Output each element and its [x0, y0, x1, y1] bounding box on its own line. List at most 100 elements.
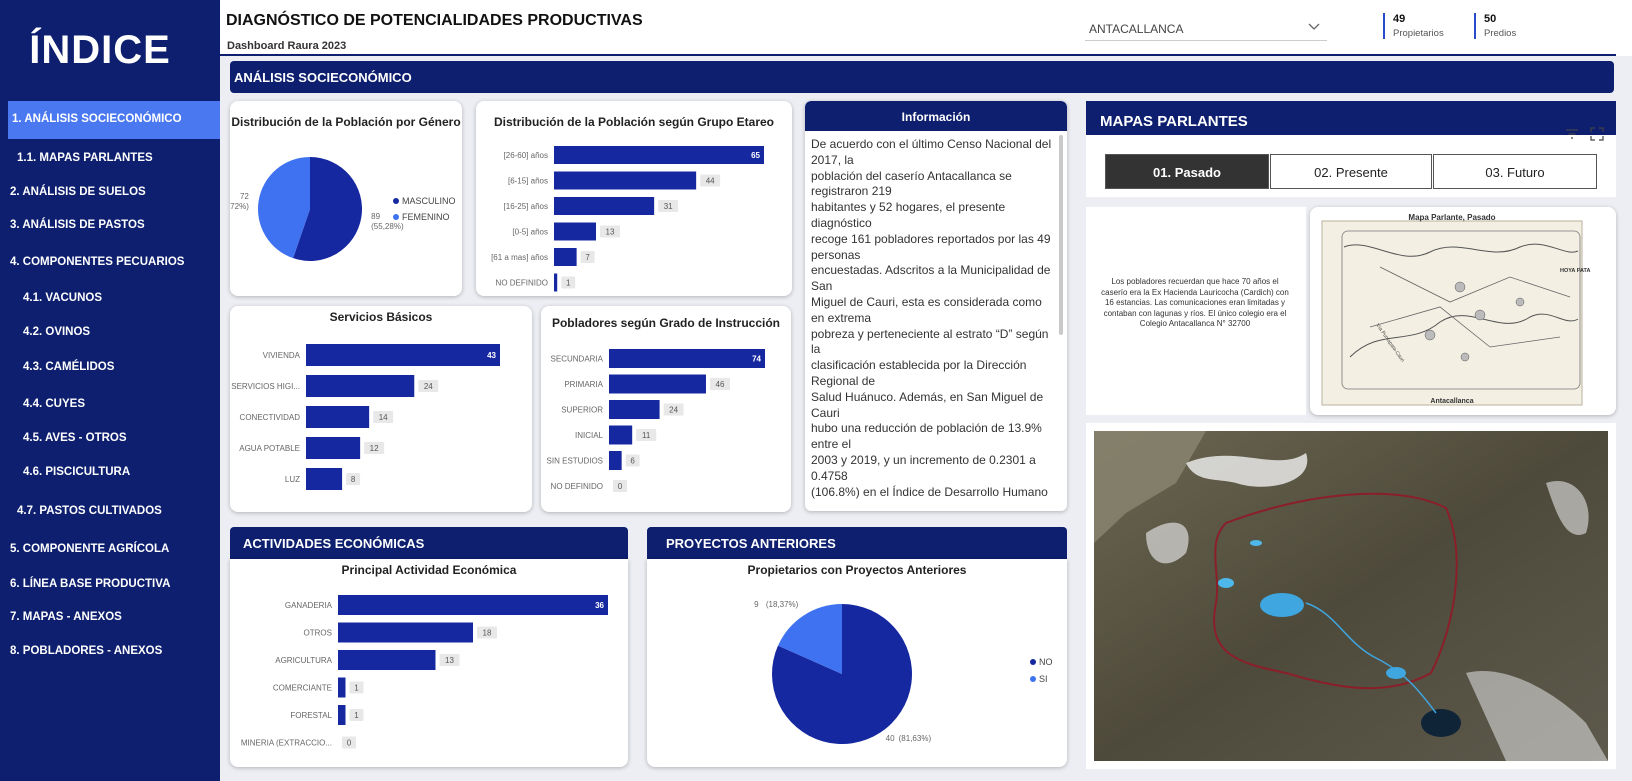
- bar-value-label: 1: [354, 711, 359, 720]
- map-title: Mapa Parlante, Pasado: [1408, 213, 1495, 222]
- tab-presente[interactable]: 02. Presente: [1270, 154, 1432, 189]
- bar-category-label: [61 a mas] años: [491, 253, 548, 262]
- kpi-propietarios: 49 Propietarios: [1383, 13, 1444, 39]
- bar-category-label: AGRICULTURA: [275, 656, 332, 665]
- bar[interactable]: [306, 344, 500, 366]
- bar-value-label: 46: [716, 380, 725, 389]
- info-line: 2003 y 2019, y un incremento de 0.2301 a…: [811, 452, 1036, 483]
- location-slicer[interactable]: ANTACALLANCA: [1085, 17, 1327, 41]
- bar[interactable]: [554, 197, 655, 215]
- nav-item-ovinos[interactable]: 4.2. OVINOS: [23, 326, 90, 338]
- bar[interactable]: [306, 375, 415, 397]
- info-title: Información: [805, 101, 1067, 131]
- bar[interactable]: [609, 425, 633, 445]
- bar-category-label: CONECTIVIDAD: [240, 413, 301, 422]
- bar[interactable]: [609, 451, 622, 470]
- nav-item-vacunos[interactable]: 4.1. VACUNOS: [23, 292, 102, 304]
- kpi-predios: 50 Predios: [1474, 13, 1516, 39]
- bar[interactable]: [338, 705, 346, 725]
- bar-value-label: 14: [379, 413, 388, 422]
- kpi-label: Predios: [1484, 28, 1517, 39]
- pie-chart-proyectos: 40 (81,63%) NO 9 (18,37%) SI: [754, 600, 1053, 744]
- bar-value-label: 13: [606, 228, 615, 237]
- chevron-down-icon[interactable]: [1307, 20, 1321, 34]
- info-line: (106.8%) en el Índice de Desarrollo Huma…: [811, 484, 1048, 499]
- bar[interactable]: [554, 222, 596, 241]
- bar[interactable]: [306, 468, 343, 490]
- nav-item-analisis-socioeconomico[interactable]: 1. ANÁLISIS SOCIECONÓMICO: [8, 101, 220, 139]
- info-scrollbar[interactable]: [1059, 135, 1063, 335]
- legend-marker: [393, 198, 399, 204]
- legend-marker: [393, 214, 399, 220]
- bar-category-label: INICIAL: [575, 431, 604, 440]
- bar-category-label: [0-5] años: [512, 228, 548, 237]
- nav-item-aves-otros[interactable]: 4.5. AVES - OTROS: [23, 432, 127, 444]
- bar-value-label: 24: [424, 382, 433, 391]
- nav-item-cuyes[interactable]: 4.4. CUYES: [23, 398, 85, 410]
- bar[interactable]: [338, 677, 346, 698]
- bar-value-label: 24: [669, 406, 678, 415]
- legend-label[interactable]: FEMENINO: [402, 212, 450, 222]
- bar[interactable]: [554, 273, 558, 292]
- tab-futuro[interactable]: 03. Futuro: [1433, 154, 1597, 189]
- bar[interactable]: [306, 437, 361, 459]
- page-title: DIAGNÓSTICO DE POTENCIALIDADES PRODUCTIV…: [226, 12, 643, 29]
- bar[interactable]: [338, 622, 473, 643]
- info-text[interactable]: De acuerdo con el último Censo Nacional …: [811, 137, 1053, 511]
- nav-item-pastos-cultivados[interactable]: 4.7. PASTOS CULTIVADOS: [17, 505, 162, 517]
- kpi-label: Propietarios: [1393, 28, 1444, 39]
- bar-category-label: [16-25] años: [504, 202, 548, 211]
- bar[interactable]: [609, 400, 660, 419]
- bar-category-label: AGUA POTABLE: [239, 444, 300, 453]
- nav-item-analisis-pastos[interactable]: 3. ANÁLISIS DE PASTOS: [10, 219, 145, 231]
- card-actividad-economica: Principal Actividad Económica GANADERIA 3…: [230, 559, 628, 767]
- tab-pasado[interactable]: 01. Pasado: [1105, 154, 1269, 189]
- bar[interactable]: [306, 406, 370, 428]
- bar-value-label: 7: [585, 253, 590, 262]
- info-line: población del caserío Antacallanca se re…: [811, 168, 1012, 199]
- bar-category-label: [26-60] años: [504, 151, 548, 160]
- bar-value-label: 11: [642, 431, 651, 440]
- card-servicios-basicos: Servicios Básicos VIVIENDA 43 SERVICIOS HI…: [230, 306, 532, 512]
- legend-label[interactable]: NO: [1039, 657, 1053, 667]
- bar-value-label: 31: [664, 202, 673, 211]
- bar[interactable]: [338, 595, 608, 615]
- nav-item-componente-agricola[interactable]: 5. COMPONENTE AGRÍCOLA: [10, 543, 169, 555]
- bar[interactable]: [554, 146, 764, 164]
- bar-category-label: OTROS: [304, 629, 332, 638]
- bar[interactable]: [338, 650, 436, 670]
- nav-item-piscicultura[interactable]: 4.6. PISCICULTURA: [23, 466, 130, 478]
- bar-category-label: FORESTAL: [290, 711, 332, 720]
- section-proyectos: PROYECTOS ANTERIORES: [647, 527, 1067, 559]
- nav-item-pobladores-anexos[interactable]: 8. POBLADORES - ANEXOS: [10, 645, 162, 657]
- legend-marker: [1030, 676, 1036, 682]
- bar[interactable]: [554, 171, 697, 190]
- bar-value-label: 44: [706, 177, 715, 186]
- nav-item-componentes-pecuarios[interactable]: 4. COMPONENTES PECUARIOS: [10, 256, 184, 268]
- focus-mode-icon[interactable]: [1590, 127, 1604, 141]
- bar[interactable]: [554, 248, 577, 266]
- hand-drawn-map: Mapa Parlante, Pasado HOYA PATA Vía Puma…: [1321, 213, 1590, 406]
- nav-item-camelidos[interactable]: 4.3. CAMÉLIDOS: [23, 361, 114, 373]
- satellite-image: [1094, 431, 1608, 761]
- info-line: pobreza y perteneciente al estrato “D” s…: [811, 326, 1049, 357]
- bar-chart-servicios: VIVIENDA 43 SERVICIOS HIGI... 24 CONECTIVIDA…: [231, 344, 500, 490]
- header-divider: [220, 54, 1616, 56]
- bar-category-label: NO DEFINIDO: [496, 279, 548, 288]
- bar[interactable]: [609, 374, 706, 394]
- bar[interactable]: [609, 349, 765, 368]
- legend-label[interactable]: SI: [1039, 674, 1048, 684]
- bar-category-label: COMERCIANTE: [273, 684, 332, 693]
- nav-item-analisis-suelos[interactable]: 2. ANÁLISIS DE SUELOS: [10, 186, 146, 198]
- bar-category-label: SERVICIOS HIGI...: [231, 382, 300, 391]
- nav-item-mapas-anexos[interactable]: 7. MAPAS - ANEXOS: [10, 611, 122, 623]
- sidebar: ÍNDICE 1. ANÁLISIS SOCIECONÓMICO 1.1. MA…: [0, 0, 220, 781]
- map-footer: Antacallanca: [1430, 398, 1473, 405]
- slicer-value: ANTACALLANCA: [1089, 22, 1184, 36]
- legend-label[interactable]: MASCULINO: [402, 196, 456, 206]
- nav-item-mapas-parlantes[interactable]: 1.1. MAPAS PARLANTES: [17, 152, 153, 164]
- mapa-parlante-image: Mapa Parlante, Pasado HOYA PATA Vía Puma…: [1310, 207, 1616, 415]
- section-actividades: ACTIVIDADES ECONÓMICAS: [230, 527, 628, 559]
- filter-icon[interactable]: [1564, 127, 1580, 141]
- nav-item-linea-base[interactable]: 6. LÍNEA BASE PRODUCTIVA: [10, 578, 170, 590]
